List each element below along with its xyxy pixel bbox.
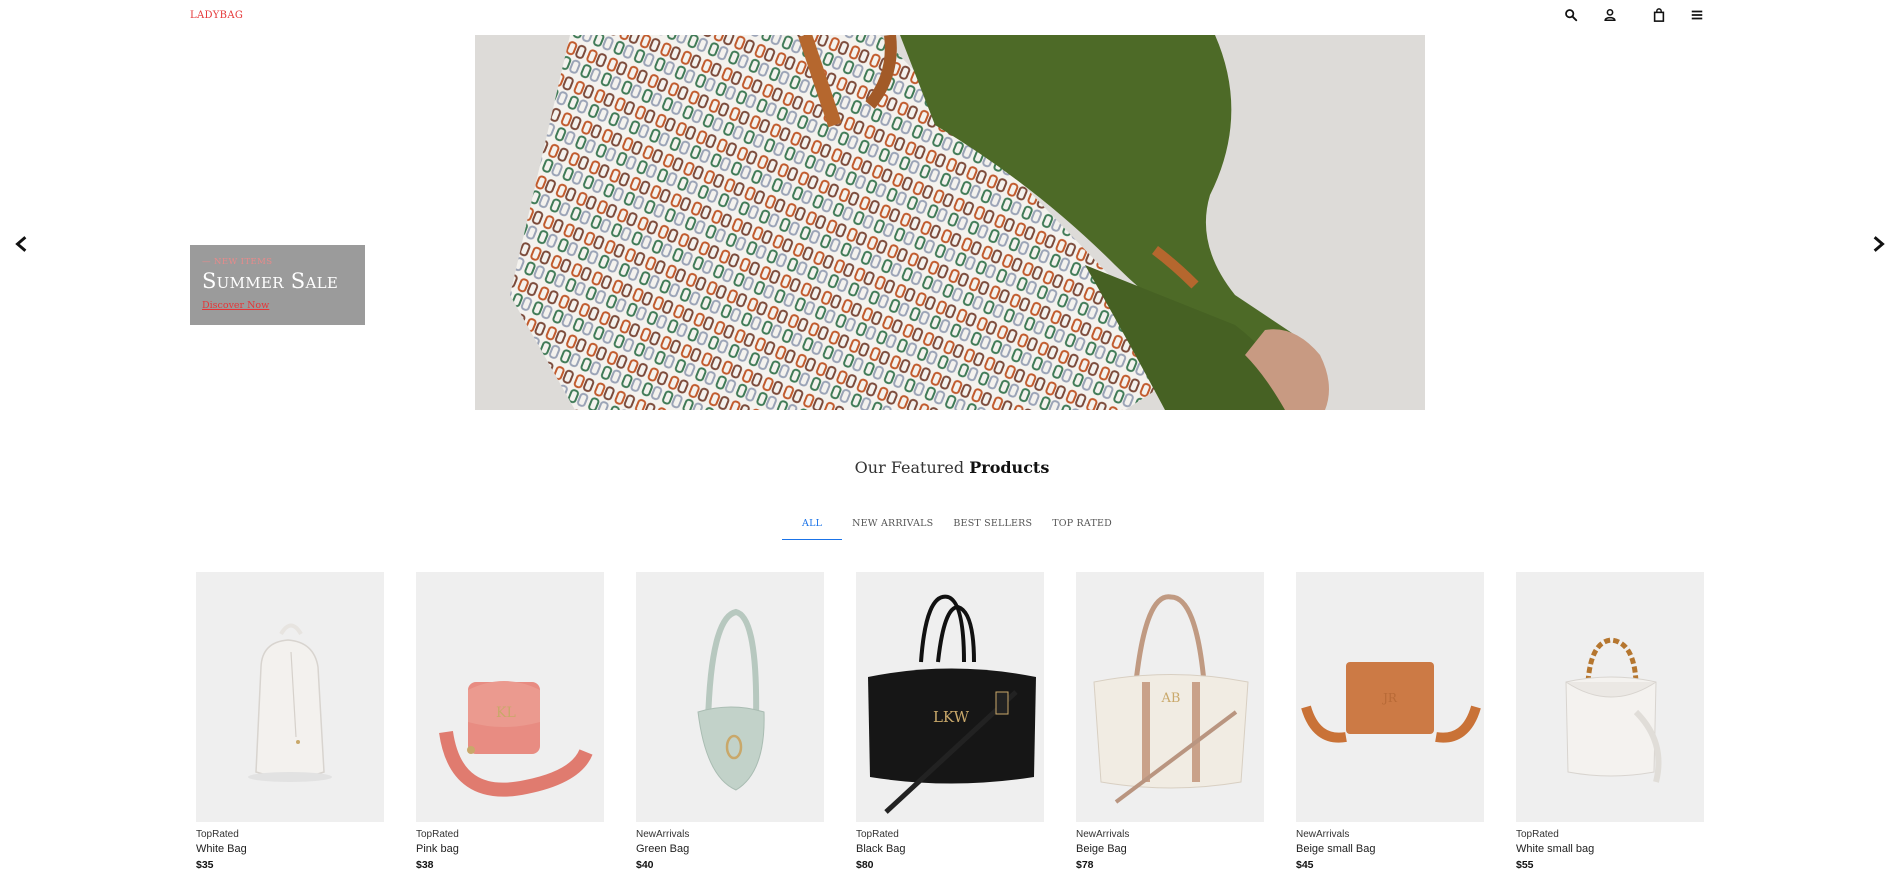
tab-all[interactable]: ALL xyxy=(782,514,843,540)
svg-text:JR: JR xyxy=(1381,691,1398,705)
carousel-next-arrow[interactable] xyxy=(1866,232,1890,256)
product-price: $38 xyxy=(416,859,434,871)
product-category: NewArrivals xyxy=(1296,829,1350,840)
site-header: LADYBAG xyxy=(0,0,1904,30)
section-title: Our Featured Products xyxy=(0,458,1904,477)
svg-text:LKW: LKW xyxy=(933,708,970,726)
product-card[interactable]: AB NewArrivals Beige Bag $78 xyxy=(1076,572,1264,886)
svg-text:AB: AB xyxy=(1161,691,1181,706)
product-grid: TopRated White Bag $35 KL TopRated Pink … xyxy=(196,572,1704,886)
user-icon[interactable] xyxy=(1601,6,1619,24)
promo-banner: — NEW ITEMS Summer Sale Discover Now xyxy=(190,245,365,325)
section-title-bold: Products xyxy=(969,458,1050,477)
tab-new-arrivals[interactable]: NEW ARRIVALS xyxy=(842,514,943,540)
product-image-pink-bag[interactable]: KL xyxy=(416,572,604,822)
product-card[interactable]: TopRated White small bag $55 xyxy=(1516,572,1704,886)
product-price: $80 xyxy=(856,859,874,871)
product-card[interactable]: LKW TopRated Black Bag $80 xyxy=(856,572,1044,886)
product-category: NewArrivals xyxy=(636,829,690,840)
product-filter-tabs: ALL NEW ARRIVALS BEST SELLERS TOP RATED xyxy=(0,514,1904,540)
promo-kicker: — NEW ITEMS xyxy=(202,257,273,267)
product-name[interactable]: Green Bag xyxy=(636,843,824,855)
product-price: $45 xyxy=(1296,859,1314,871)
product-name[interactable]: Black Bag xyxy=(856,843,1044,855)
product-category: TopRated xyxy=(196,829,239,840)
product-category: TopRated xyxy=(1516,829,1559,840)
hero-banner-image xyxy=(475,35,1425,410)
tab-top-rated[interactable]: TOP RATED xyxy=(1042,514,1122,540)
product-image-white-backpack[interactable] xyxy=(196,572,384,822)
svg-text:KL: KL xyxy=(496,705,516,721)
product-image-green-bag[interactable] xyxy=(636,572,824,822)
discover-now-link[interactable]: Discover Now xyxy=(202,300,269,311)
menu-icon[interactable] xyxy=(1688,6,1706,24)
product-image-white-small-bag[interactable] xyxy=(1516,572,1704,822)
product-price: $40 xyxy=(636,859,654,871)
product-card[interactable]: NewArrivals Green Bag $40 xyxy=(636,572,824,886)
product-image-beige-small-bag[interactable]: JR xyxy=(1296,572,1484,822)
product-category: TopRated xyxy=(416,829,459,840)
product-card[interactable]: JR NewArrivals Beige small Bag $45 xyxy=(1296,572,1484,886)
product-price: $35 xyxy=(196,859,214,871)
product-image-beige-bag[interactable]: AB xyxy=(1076,572,1264,822)
product-name[interactable]: White small bag xyxy=(1516,843,1704,855)
carousel-prev-arrow[interactable] xyxy=(10,232,34,256)
bag-icon[interactable] xyxy=(1650,6,1668,24)
product-card[interactable]: KL TopRated Pink bag $38 xyxy=(416,572,604,886)
product-price: $78 xyxy=(1076,859,1094,871)
product-image-black-bag[interactable]: LKW xyxy=(856,572,1044,822)
product-name[interactable]: White Bag xyxy=(196,843,384,855)
product-name[interactable]: Pink bag xyxy=(416,843,604,855)
section-title-light: Our Featured xyxy=(854,458,965,477)
product-category: NewArrivals xyxy=(1076,829,1130,840)
tab-best-sellers[interactable]: BEST SELLERS xyxy=(943,514,1042,540)
site-logo[interactable]: LADYBAG xyxy=(190,10,243,21)
product-card[interactable]: TopRated White Bag $35 xyxy=(196,572,384,886)
product-price: $55 xyxy=(1516,859,1534,871)
promo-title: Summer Sale xyxy=(202,269,339,293)
chevron-right-icon xyxy=(1873,236,1885,252)
product-name[interactable]: Beige Bag xyxy=(1076,843,1264,855)
chevron-left-icon xyxy=(15,236,27,252)
search-icon[interactable] xyxy=(1562,6,1580,24)
product-name[interactable]: Beige small Bag xyxy=(1296,843,1484,855)
product-category: TopRated xyxy=(856,829,899,840)
